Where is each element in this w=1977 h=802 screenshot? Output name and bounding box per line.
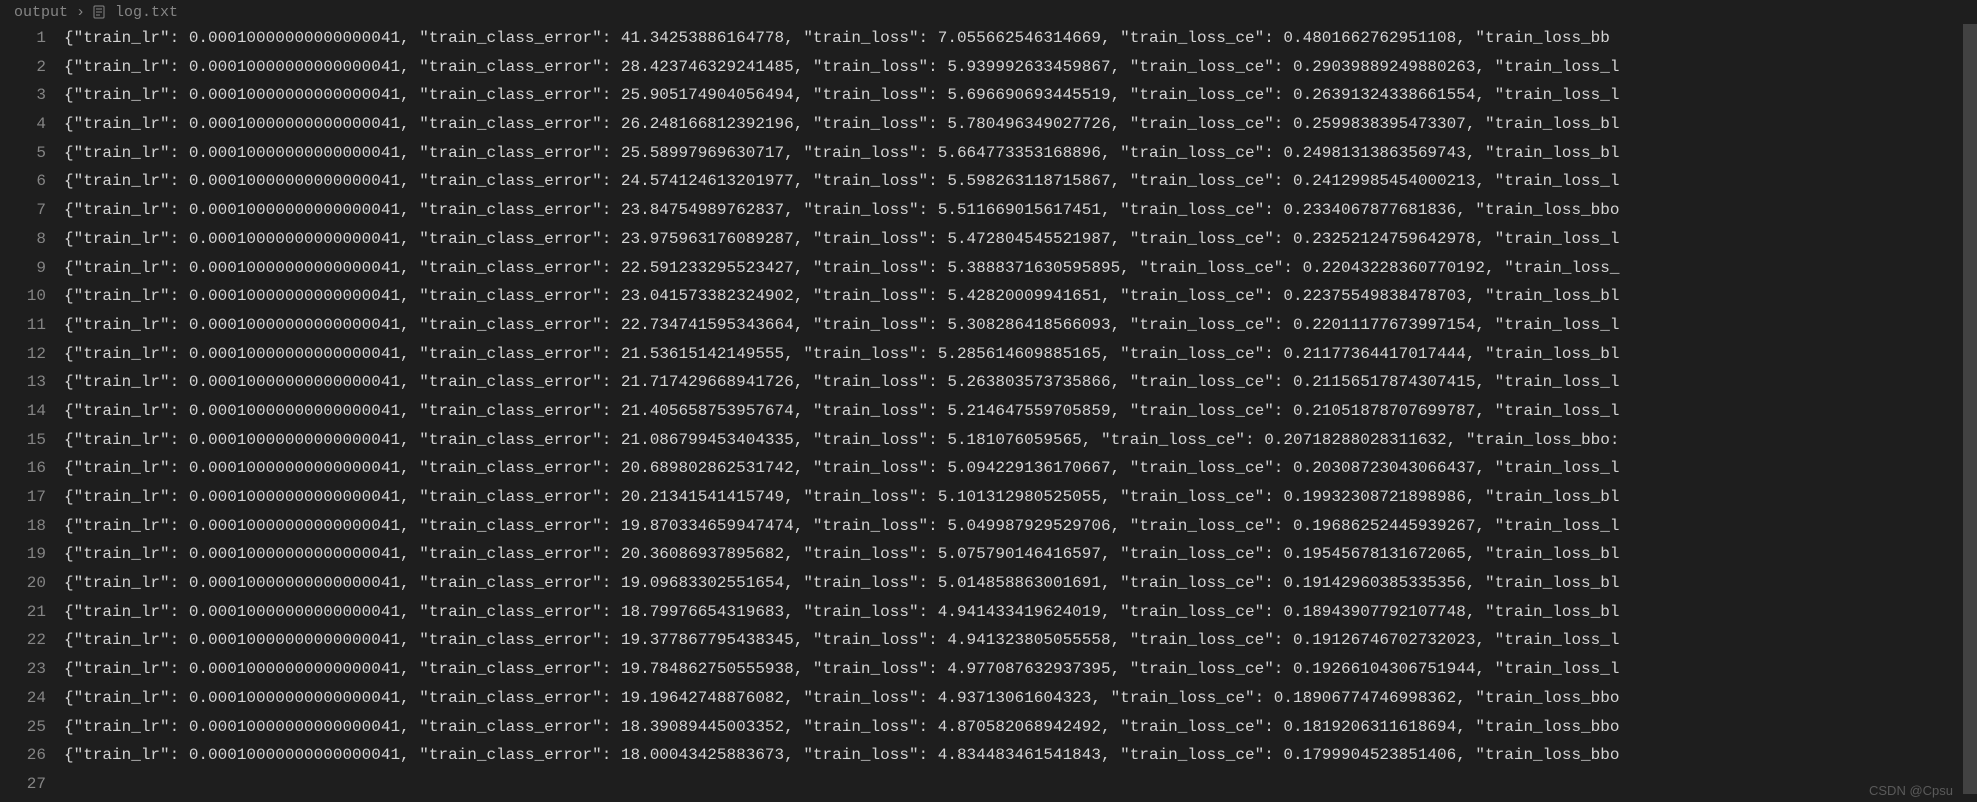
- code-line[interactable]: {"train_lr": 0.00010000000000000041, "tr…: [64, 713, 1977, 742]
- line-number: 21: [0, 598, 46, 627]
- code-line[interactable]: {"train_lr": 0.00010000000000000041, "tr…: [64, 225, 1977, 254]
- line-number-gutter: 1234567891011121314151617181920212223242…: [0, 24, 64, 802]
- code-line[interactable]: {"train_lr": 0.00010000000000000041, "tr…: [64, 311, 1977, 340]
- line-number: 13: [0, 368, 46, 397]
- code-line[interactable]: {"train_lr": 0.00010000000000000041, "tr…: [64, 598, 1977, 627]
- line-number: 27: [0, 770, 46, 799]
- line-number: 15: [0, 426, 46, 455]
- line-number: 11: [0, 311, 46, 340]
- line-number: 9: [0, 254, 46, 283]
- code-editor[interactable]: 1234567891011121314151617181920212223242…: [0, 24, 1977, 802]
- breadcrumb-file[interactable]: log.txt: [113, 4, 180, 21]
- code-line[interactable]: {"train_lr": 0.00010000000000000041, "tr…: [64, 569, 1977, 598]
- line-number: 17: [0, 483, 46, 512]
- code-line[interactable]: {"train_lr": 0.00010000000000000041, "tr…: [64, 626, 1977, 655]
- code-line[interactable]: {"train_lr": 0.00010000000000000041, "tr…: [64, 340, 1977, 369]
- code-line[interactable]: {"train_lr": 0.00010000000000000041, "tr…: [64, 397, 1977, 426]
- line-number: 25: [0, 713, 46, 742]
- line-number: 24: [0, 684, 46, 713]
- breadcrumb-folder[interactable]: output: [12, 4, 70, 21]
- line-number: 8: [0, 225, 46, 254]
- code-line[interactable]: {"train_lr": 0.00010000000000000041, "tr…: [64, 167, 1977, 196]
- code-line[interactable]: {"train_lr": 0.00010000000000000041, "tr…: [64, 741, 1977, 770]
- line-number: 7: [0, 196, 46, 225]
- code-line[interactable]: [64, 770, 1977, 799]
- code-line[interactable]: {"train_lr": 0.00010000000000000041, "tr…: [64, 139, 1977, 168]
- line-number: 4: [0, 110, 46, 139]
- scrollbar-thumb[interactable]: [1963, 24, 1977, 794]
- code-line[interactable]: {"train_lr": 0.00010000000000000041, "tr…: [64, 282, 1977, 311]
- line-number: 2: [0, 53, 46, 82]
- line-number: 6: [0, 167, 46, 196]
- line-number: 22: [0, 626, 46, 655]
- code-line[interactable]: {"train_lr": 0.00010000000000000041, "tr…: [64, 53, 1977, 82]
- vertical-scrollbar[interactable]: [1963, 24, 1977, 802]
- code-line[interactable]: {"train_lr": 0.00010000000000000041, "tr…: [64, 655, 1977, 684]
- chevron-right-icon: ›: [70, 4, 91, 21]
- code-line[interactable]: {"train_lr": 0.00010000000000000041, "tr…: [64, 426, 1977, 455]
- line-number: 23: [0, 655, 46, 684]
- code-line[interactable]: {"train_lr": 0.00010000000000000041, "tr…: [64, 540, 1977, 569]
- line-number: 5: [0, 139, 46, 168]
- code-line[interactable]: {"train_lr": 0.00010000000000000041, "tr…: [64, 81, 1977, 110]
- breadcrumb[interactable]: output › log.txt: [0, 0, 1977, 24]
- code-line[interactable]: {"train_lr": 0.00010000000000000041, "tr…: [64, 368, 1977, 397]
- code-line[interactable]: {"train_lr": 0.00010000000000000041, "tr…: [64, 254, 1977, 283]
- text-file-icon: [91, 4, 107, 20]
- code-line[interactable]: {"train_lr": 0.00010000000000000041, "tr…: [64, 512, 1977, 541]
- code-line[interactable]: {"train_lr": 0.00010000000000000041, "tr…: [64, 483, 1977, 512]
- line-number: 20: [0, 569, 46, 598]
- watermark-text: CSDN @Cpsu: [1869, 783, 1953, 798]
- line-number: 26: [0, 741, 46, 770]
- code-line[interactable]: {"train_lr": 0.00010000000000000041, "tr…: [64, 110, 1977, 139]
- code-line[interactable]: {"train_lr": 0.00010000000000000041, "tr…: [64, 24, 1977, 53]
- code-line[interactable]: {"train_lr": 0.00010000000000000041, "tr…: [64, 684, 1977, 713]
- code-line[interactable]: {"train_lr": 0.00010000000000000041, "tr…: [64, 454, 1977, 483]
- line-number: 3: [0, 81, 46, 110]
- line-number: 10: [0, 282, 46, 311]
- line-number: 16: [0, 454, 46, 483]
- line-number: 1: [0, 24, 46, 53]
- line-number: 12: [0, 340, 46, 369]
- line-number: 14: [0, 397, 46, 426]
- code-line[interactable]: {"train_lr": 0.00010000000000000041, "tr…: [64, 196, 1977, 225]
- line-number: 19: [0, 540, 46, 569]
- line-number: 18: [0, 512, 46, 541]
- editor-content[interactable]: {"train_lr": 0.00010000000000000041, "tr…: [64, 24, 1977, 802]
